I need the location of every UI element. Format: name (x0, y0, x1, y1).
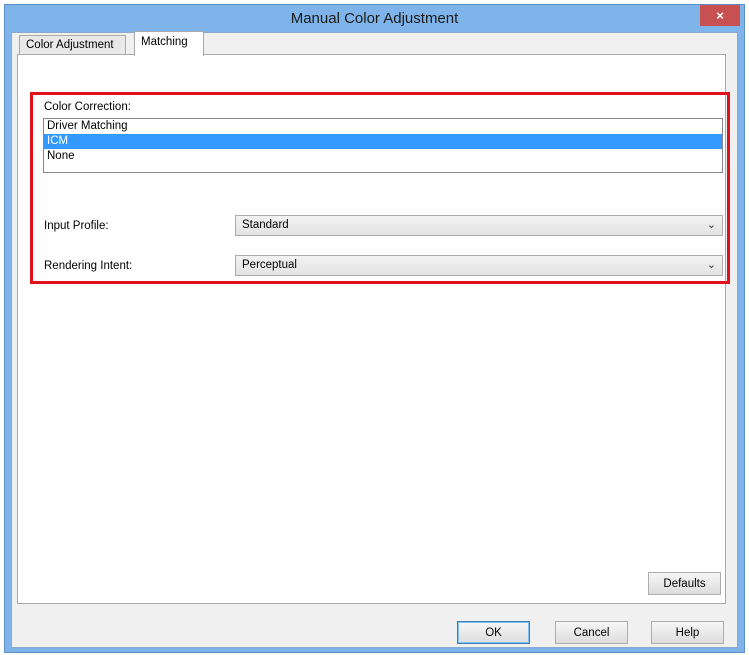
tab-color-adjustment[interactable]: Color Adjustment (19, 35, 126, 55)
defaults-button[interactable]: Defaults (648, 572, 721, 595)
ok-button[interactable]: OK (457, 621, 530, 644)
tab-matching[interactable]: Matching (134, 31, 204, 56)
highlight-frame (30, 92, 730, 284)
help-button[interactable]: Help (651, 621, 724, 644)
close-button[interactable]: × (700, 5, 740, 26)
window-title: Manual Color Adjustment (290, 10, 459, 27)
close-icon: × (716, 8, 724, 23)
title-bar[interactable]: Manual Color Adjustment × (5, 5, 744, 32)
cancel-button[interactable]: Cancel (555, 621, 628, 644)
bottom-divider (43, 561, 723, 562)
